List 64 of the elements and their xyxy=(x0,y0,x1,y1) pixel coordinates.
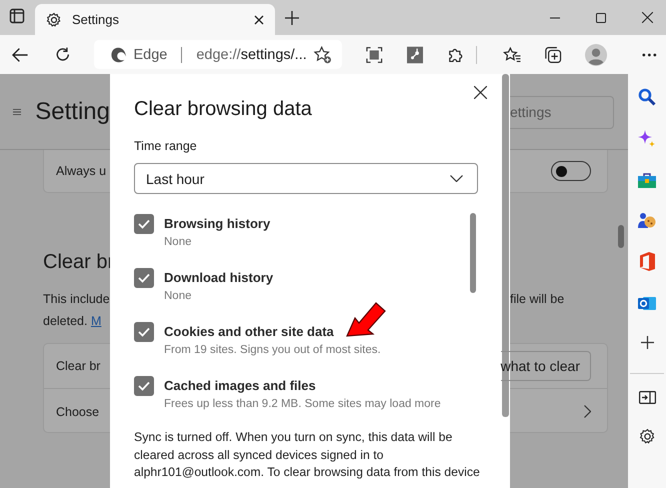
checkbox-label: Cached images and files xyxy=(164,377,317,395)
profile-avatar-icon[interactable] xyxy=(585,42,608,66)
check-icon xyxy=(138,381,150,391)
site-label: Edge xyxy=(134,46,168,62)
add-icon[interactable] xyxy=(640,336,654,349)
sync-notice: Sync is turned off. When you turn on sync, this data will be cleared across all synced devices signed in to alphr101@outlook.com. To clear browsing data from this device xyxy=(134,429,481,481)
check-icon xyxy=(138,219,150,229)
toggle-switch[interactable] xyxy=(551,161,591,181)
annotation-arrow xyxy=(346,302,388,338)
row-label[interactable]: Choose xyxy=(56,404,100,418)
sparkle-icon[interactable] xyxy=(638,130,656,148)
checkbox[interactable] xyxy=(134,214,154,234)
scrollbar-thumb[interactable] xyxy=(470,213,476,293)
maximize-icon[interactable] xyxy=(596,13,606,23)
checkbox[interactable] xyxy=(134,376,154,396)
tab-actions-icon[interactable] xyxy=(9,8,25,24)
favorites-icon[interactable] xyxy=(502,46,521,64)
page-title: Setting xyxy=(35,98,110,126)
checkbox[interactable] xyxy=(134,322,154,342)
description-text: file will be xyxy=(510,291,566,308)
close-icon[interactable] xyxy=(254,14,264,24)
item-detail: From 19 sites. Signs you out of most sites. xyxy=(164,343,381,358)
mail-icon[interactable] xyxy=(638,295,656,312)
time-range-dropdown[interactable]: Last hour xyxy=(134,163,478,194)
collections-icon[interactable] xyxy=(544,44,562,64)
extension-logo-icon[interactable] xyxy=(406,46,424,64)
setting-label: Always u xyxy=(56,164,106,178)
search-icon[interactable] xyxy=(638,88,656,106)
checkbox-label: Browsing history xyxy=(164,215,270,233)
hide-sidebar-icon[interactable] xyxy=(638,391,656,404)
dialog-title: Clear browsing data xyxy=(134,97,313,122)
checkbox[interactable] xyxy=(134,268,154,288)
settings-icon[interactable] xyxy=(638,428,656,445)
chevron-down-icon xyxy=(450,175,463,182)
more-icon[interactable] xyxy=(642,52,658,56)
item-detail: None xyxy=(164,289,192,304)
tab-title: Settings xyxy=(72,12,120,27)
people-icon[interactable] xyxy=(638,212,656,228)
url-text: edge://settings/... xyxy=(196,46,307,62)
toolbox-icon[interactable] xyxy=(638,172,656,188)
scrollbar-thumb[interactable] xyxy=(618,225,624,248)
description-text: deleted. xyxy=(43,314,88,328)
row-label: Clear br xyxy=(56,359,100,373)
new-tab-icon[interactable] xyxy=(285,11,299,25)
refresh-icon[interactable] xyxy=(54,46,70,63)
back-icon[interactable] xyxy=(12,46,29,62)
description-text: This include xyxy=(43,291,110,308)
browser-logo-icon xyxy=(110,46,128,64)
address-bar[interactable]: Edge edge://settings/... xyxy=(94,40,342,69)
close-icon[interactable] xyxy=(642,12,653,23)
item-detail: None xyxy=(164,235,192,250)
check-icon xyxy=(138,327,150,337)
checkbox-label: Download history xyxy=(164,269,274,287)
office-icon[interactable] xyxy=(639,252,655,271)
close-icon[interactable] xyxy=(474,86,487,99)
field-label: Time range xyxy=(134,138,198,154)
chevron-right-icon[interactable] xyxy=(584,405,591,418)
gear-icon xyxy=(46,12,62,28)
add-favorite-icon[interactable] xyxy=(312,44,332,64)
check-icon xyxy=(138,273,150,283)
checkbox-label: Cookies and other site data xyxy=(164,323,335,341)
browser-tab[interactable]: Settings xyxy=(35,4,275,35)
screenshot-icon[interactable] xyxy=(366,46,383,64)
item-detail: Frees up less than 9.2 MB. Some sites may load more xyxy=(164,397,441,410)
